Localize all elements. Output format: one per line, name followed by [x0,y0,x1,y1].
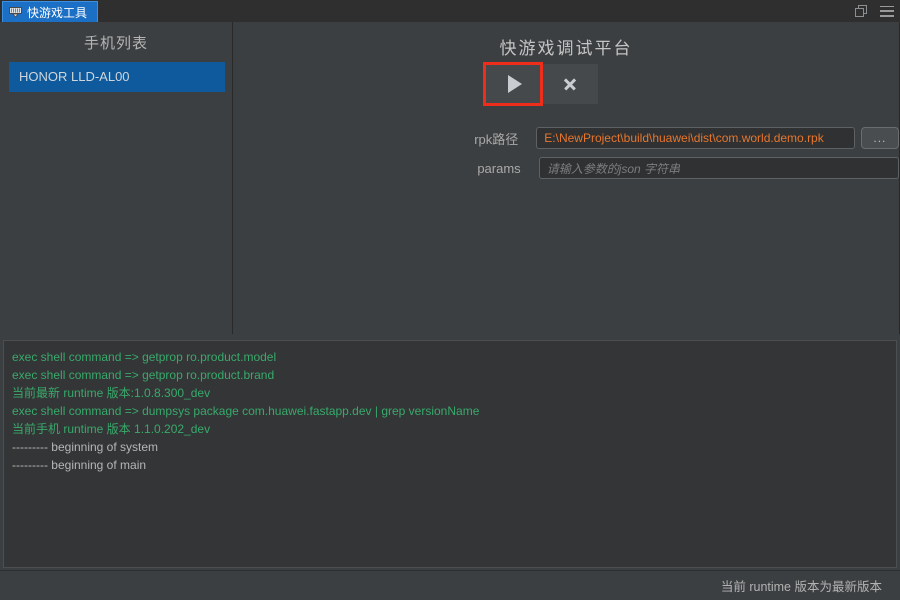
log-line: exec shell command => dumpsys package co… [12,404,480,418]
application-window: 快游戏工具 手机列表 HONOR LLD-AL00 快游戏调试平台 rpk路径 … [0,0,900,600]
window-tab-label: 快游戏工具 [27,5,88,20]
play-icon [507,75,522,93]
log-line: 当前手机 runtime 版本 1.1.0.202_dev [12,422,211,436]
log-output-panel[interactable]: exec shell command => getprop ro.product… [3,340,897,568]
app-icon [9,6,22,18]
debug-form: rpk路径 E:\NewProject\build\huawei\dist\co… [233,127,899,187]
status-bar-message: 当前 runtime 版本为最新版本 [720,580,882,594]
window-tab[interactable]: 快游戏工具 [2,1,99,22]
log-top-spacer [4,341,896,348]
page-title: 快游戏调试平台 [499,39,633,58]
close-x-icon [563,77,577,91]
hamburger-menu-icon [880,5,894,17]
restore-window-icon [855,5,867,17]
params-placeholder: 请输入参数的json 字符串 [546,161,681,176]
params-input[interactable]: 请输入参数的json 字符串 [538,157,899,179]
rpk-path-value: E:\NewProject\build\huawei\dist\com.worl… [544,131,824,145]
upper-region: 手机列表 HONOR LLD-AL00 快游戏调试平台 rpk路径 E:\New… [0,22,900,334]
device-list-panel: 手机列表 HONOR LLD-AL00 [0,22,233,334]
title-bar: 快游戏工具 [0,0,900,23]
main-menu-button[interactable] [874,0,900,22]
rpk-path-input[interactable]: E:\NewProject\build\huawei\dist\com.worl… [536,127,855,149]
device-list[interactable]: HONOR LLD-AL00 [9,62,225,92]
params-row: params 请输入参数的json 字符串 [233,157,899,179]
device-list-title: 手机列表 [83,35,148,52]
run-button[interactable] [483,62,543,106]
log-line: --------- beginning of main [12,458,147,472]
log-line: exec shell command => getprop ro.product… [12,368,275,382]
log-line: exec shell command => getprop ro.product… [12,350,277,364]
log-line: --------- beginning of system [12,440,159,454]
status-bar: 当前 runtime 版本为最新版本 [0,570,900,600]
rpk-path-label: rpk路径 [474,131,519,147]
device-list-item[interactable]: HONOR LLD-AL00 [9,62,225,92]
debug-panel: 快游戏调试平台 rpk路径 E:\NewProject\build\huawei… [233,22,900,334]
rpk-path-row: rpk路径 E:\NewProject\build\huawei\dist\co… [233,127,899,149]
stop-button[interactable] [542,64,598,104]
action-button-row [483,62,598,106]
params-label: params [477,160,521,176]
browse-file-button[interactable]: ... [860,127,899,149]
log-line: 当前最新 runtime 版本:1.0.8.300_dev [12,386,211,400]
restore-window-button[interactable] [848,0,874,22]
